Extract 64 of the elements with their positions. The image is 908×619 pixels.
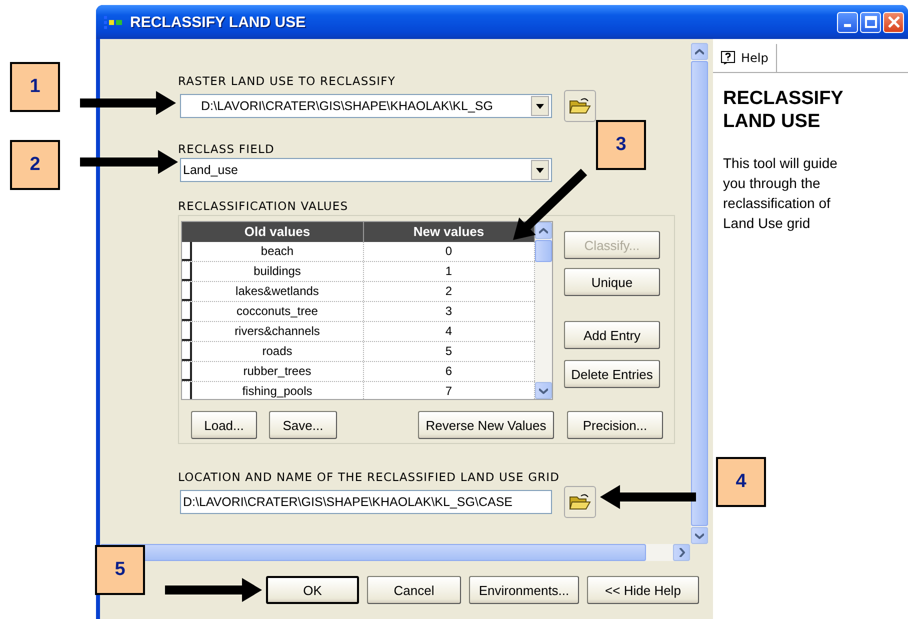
table-cell: roads bbox=[192, 342, 364, 361]
table-action-button[interactable]: Precision... bbox=[567, 411, 663, 439]
step-number: 3 bbox=[596, 120, 646, 170]
scroll-up-icon bbox=[695, 48, 704, 54]
help-title: RECLASSIFY LAND USE bbox=[723, 87, 844, 133]
table-cell: lakes&wetlands bbox=[192, 282, 364, 301]
maximize-icon bbox=[864, 16, 876, 28]
step-number: 2 bbox=[10, 140, 60, 190]
dialog-button[interactable]: Cancel bbox=[367, 576, 461, 604]
reclass-field-dropdown[interactable]: Land_use bbox=[180, 158, 552, 182]
dialog-button[interactable]: << Hide Help bbox=[587, 576, 699, 604]
table-cell: rivers&channels bbox=[192, 322, 364, 341]
side-button[interactable]: Add Entry bbox=[564, 321, 660, 349]
row-header[interactable] bbox=[182, 322, 192, 341]
row-header[interactable] bbox=[182, 282, 192, 301]
dialog-button[interactable]: OK bbox=[266, 576, 359, 604]
table-cell: fishing_pools bbox=[192, 382, 364, 399]
scroll-up-icon bbox=[539, 228, 548, 234]
table-scrollbar[interactable] bbox=[535, 222, 552, 399]
section-label: RECLASSIFICATION VALUES bbox=[178, 199, 348, 215]
scroll-right-icon bbox=[678, 548, 684, 557]
field-label: RECLASS FIELD bbox=[178, 142, 274, 158]
table-action-button[interactable]: Load... bbox=[191, 411, 257, 439]
row-header[interactable] bbox=[182, 362, 192, 381]
close-icon bbox=[888, 16, 900, 28]
window-title: RECLASSIFY LAND USE bbox=[130, 14, 307, 30]
row-header[interactable] bbox=[182, 342, 192, 361]
table-action-button[interactable]: Save... bbox=[269, 411, 337, 439]
dropdown-arrow-icon bbox=[536, 168, 544, 172]
row-header[interactable] bbox=[182, 302, 192, 321]
table-action-button[interactable]: Reverse New Values bbox=[418, 411, 554, 439]
table-cell: buildings bbox=[192, 262, 364, 281]
column-header[interactable]: Old values bbox=[192, 222, 364, 242]
help-tab[interactable]: Help bbox=[713, 44, 778, 72]
row-header[interactable] bbox=[182, 242, 192, 261]
folder-icon bbox=[569, 493, 591, 511]
row-header[interactable] bbox=[182, 262, 192, 281]
browse-button[interactable] bbox=[564, 90, 596, 122]
close-button[interactable] bbox=[883, 12, 904, 32]
app-icon bbox=[104, 15, 124, 29]
help-text: This tool will guide you through the reclassification of Land Use grid bbox=[723, 154, 838, 233]
field-label: LOCATION AND NAME OF THE RECLASSIFIED LAND USE GRID bbox=[178, 470, 560, 486]
table-cell: cocconuts_tree bbox=[192, 302, 364, 321]
scroll-down-icon bbox=[539, 388, 548, 394]
folder-icon bbox=[569, 97, 591, 115]
scroll-thumb[interactable] bbox=[535, 240, 552, 262]
side-button[interactable]: Delete Entries bbox=[564, 360, 660, 388]
dialog-button[interactable]: Environments... bbox=[469, 576, 579, 604]
maximize-button[interactable] bbox=[860, 12, 881, 32]
dropdown-arrow-icon bbox=[536, 104, 544, 108]
minimize-icon bbox=[844, 24, 851, 27]
browse-button[interactable] bbox=[564, 486, 596, 518]
scroll-down-icon bbox=[695, 532, 704, 538]
step-number: 5 bbox=[95, 545, 145, 595]
side-button[interactable]: Unique bbox=[564, 268, 660, 296]
step-number: 4 bbox=[716, 457, 766, 507]
table-cell: rubber_trees bbox=[192, 362, 364, 381]
output-path-field[interactable]: D:\LAVORI\CRATER\GIS\SHAPE\KHAOLAK\KL_SG\CASE bbox=[180, 490, 552, 514]
field-label: RASTER LAND USE TO RECLASSIFY bbox=[178, 74, 396, 90]
raster-dropdown[interactable]: D:\LAVORI\CRATER\GIS\SHAPE\KHAOLAK\KL_SG bbox=[180, 94, 552, 118]
step-number: 1 bbox=[10, 62, 60, 112]
table-cell: beach bbox=[192, 242, 364, 261]
help-icon bbox=[721, 51, 735, 65]
minimize-button[interactable] bbox=[837, 12, 858, 32]
